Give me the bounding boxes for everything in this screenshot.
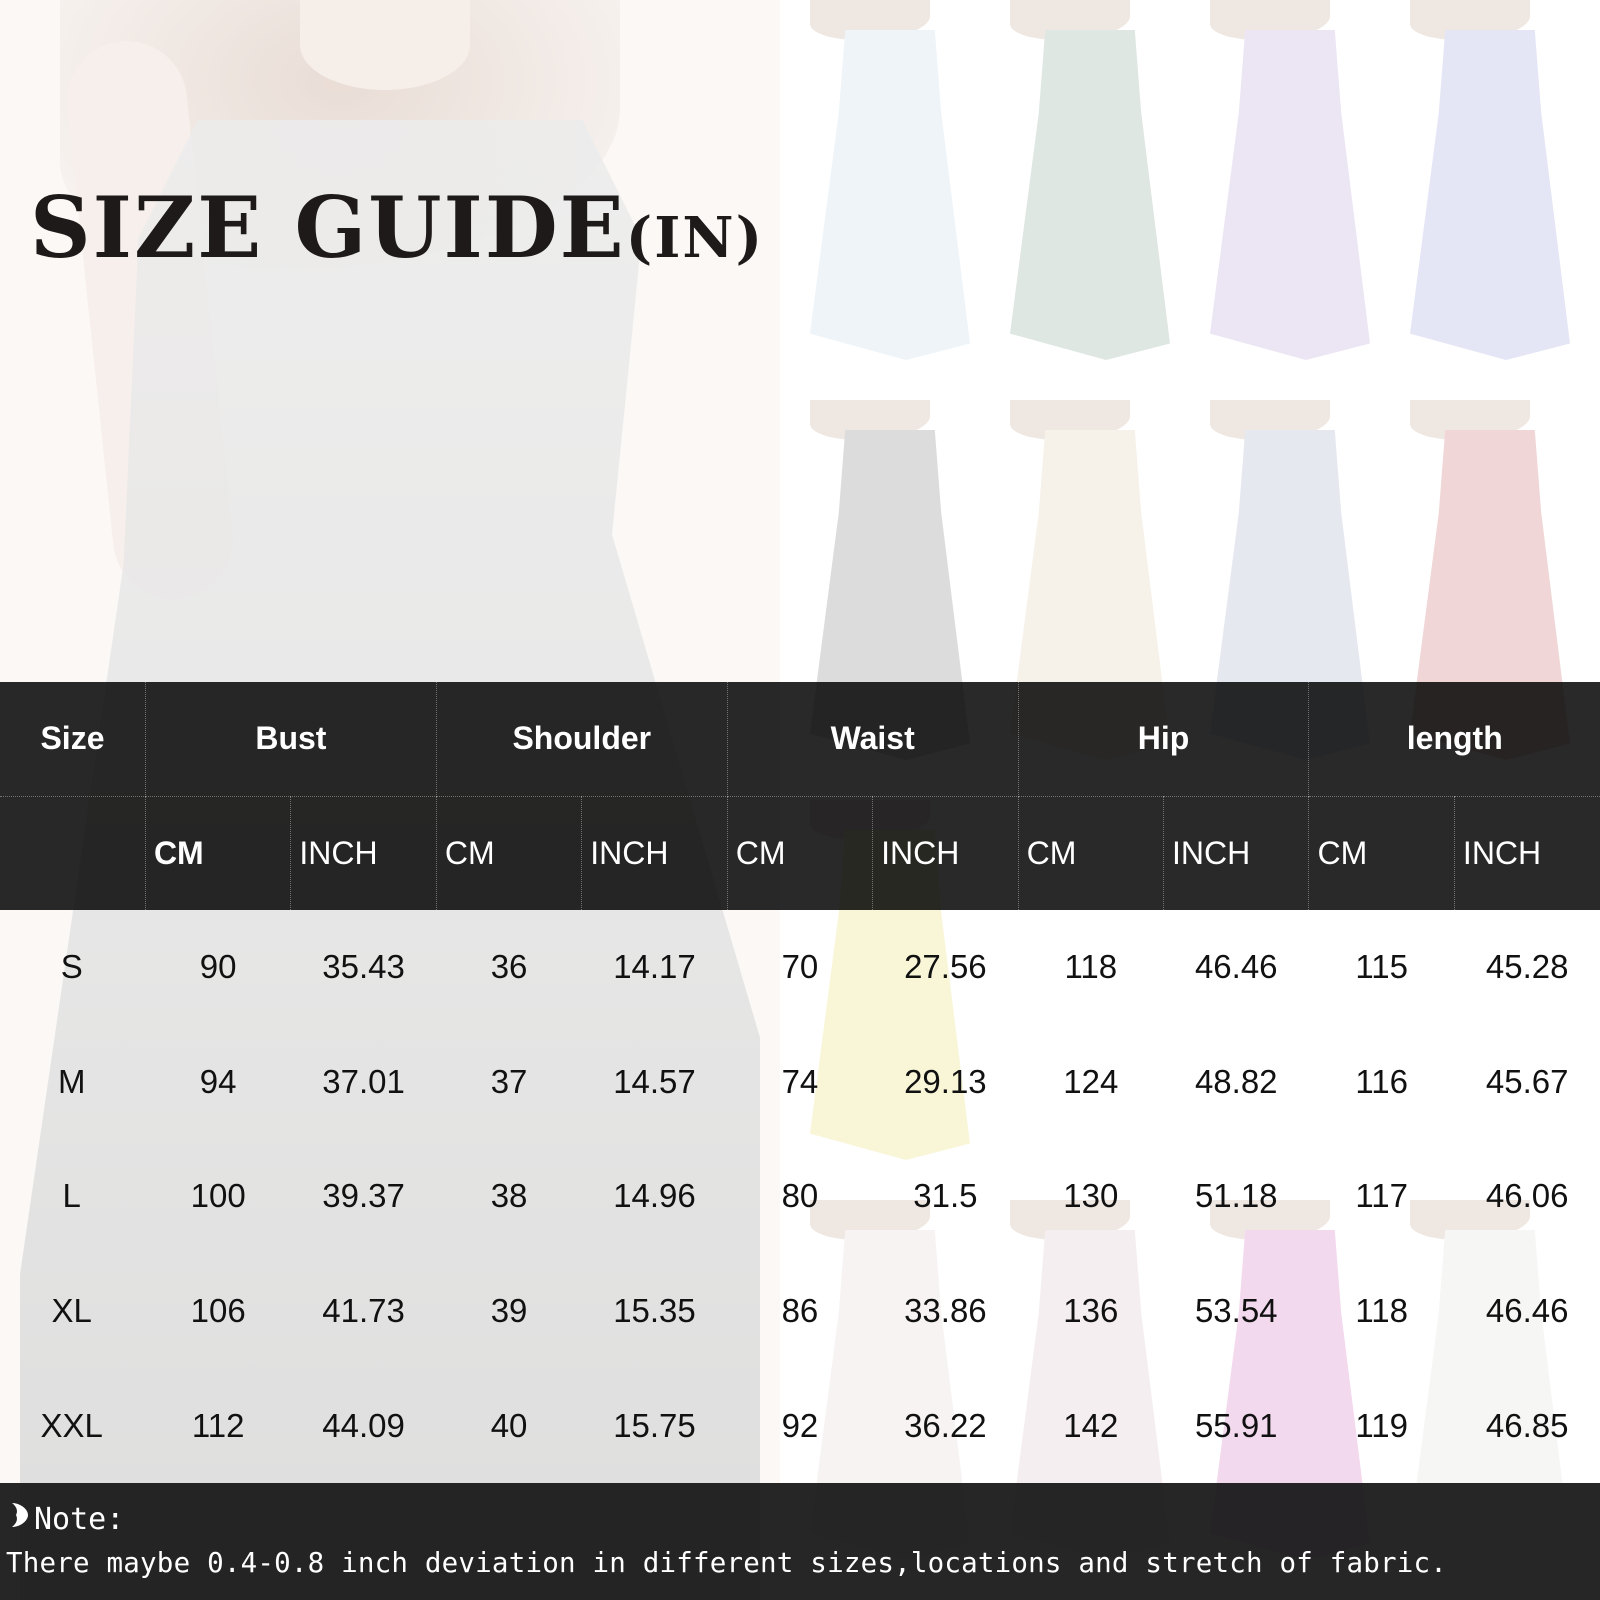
table-cell: 27.56 — [904, 948, 987, 986]
page-title: SIZE GUIDE(IN) — [30, 178, 764, 277]
table-cell: 46.46 — [1485, 1292, 1569, 1330]
size-cell: S — [60, 948, 83, 986]
table-cell: 118 — [1355, 1292, 1409, 1330]
table-cell: 100 — [190, 1177, 246, 1215]
thumbnail-dress — [810, 30, 970, 360]
table-cell: 119 — [1355, 1406, 1409, 1444]
unit-header-waist-cm: CM — [727, 796, 874, 910]
table-row: XL 106 41.73 39 15.35 86 33.86 136 53.54… — [0, 1254, 1600, 1369]
table-cell: 46.06 — [1485, 1177, 1569, 1215]
unit-header-hip-inch: INCH — [1163, 796, 1310, 910]
table-cell: 37 — [490, 1062, 528, 1100]
table-row: M 94 37.01 37 14.57 74 29.13 124 48.82 1… — [0, 1025, 1600, 1140]
table-cell: 45.28 — [1485, 948, 1569, 986]
dress-thumbnail — [790, 0, 990, 395]
table-cell: 92 — [781, 1406, 819, 1444]
header-hip: Hip — [1018, 682, 1310, 797]
unit-header-hip-cm: CM — [1018, 796, 1165, 910]
table-cell: 118 — [1064, 948, 1118, 986]
table-cell: 130 — [1063, 1177, 1119, 1215]
size-cell: M — [57, 1062, 86, 1100]
unit-header-bust-inch: INCH — [290, 796, 437, 910]
table-cell: 41.73 — [322, 1292, 405, 1330]
thumbnail-dress — [1010, 30, 1170, 360]
heart-bullet-icon — [8, 1501, 30, 1537]
table-cell: 74 — [781, 1062, 819, 1100]
table-cell: 115 — [1355, 948, 1409, 986]
table-cell: 142 — [1063, 1406, 1119, 1444]
table-cell: 39.37 — [322, 1177, 405, 1215]
table-cell: 37.01 — [322, 1062, 405, 1100]
table-cell: 94 — [199, 1062, 237, 1100]
table-cell: 39 — [490, 1292, 528, 1330]
background-face — [300, 0, 470, 90]
table-cell: 53.54 — [1194, 1292, 1278, 1330]
table-cell: 80 — [781, 1177, 819, 1215]
unit-header-shoulder-cm: CM — [436, 796, 583, 910]
size-cell: XL — [51, 1292, 92, 1330]
header-shoulder: Shoulder — [436, 682, 728, 797]
note-box: Note: There maybe 0.4-0.8 inch deviation… — [0, 1483, 1600, 1600]
unit-header-row: CM INCH CM INCH CM INCH CM INCH CM INCH — [0, 796, 1600, 910]
unit-header-waist-inch: INCH — [872, 796, 1019, 910]
table-cell: 36 — [490, 948, 528, 986]
table-cell: 106 — [190, 1292, 246, 1330]
table-cell: 15.35 — [613, 1292, 696, 1330]
note-heading: Note: — [8, 1501, 124, 1537]
table-cell: 51.18 — [1194, 1177, 1278, 1215]
unit-header-empty — [0, 796, 146, 910]
thumbnail-dress — [1410, 30, 1570, 360]
table-cell: 136 — [1063, 1292, 1119, 1330]
unit-header-length-inch: INCH — [1454, 796, 1600, 910]
table-cell: 112 — [191, 1406, 245, 1444]
table-cell: 38 — [490, 1177, 528, 1215]
table-cell: 116 — [1355, 1062, 1409, 1100]
table-cell: 14.17 — [613, 948, 696, 986]
table-row: S 90 35.43 36 14.17 70 27.56 118 46.46 1… — [0, 910, 1600, 1025]
table-cell: 45.67 — [1485, 1062, 1569, 1100]
table-cell: 35.43 — [322, 948, 405, 986]
table-cell: 46.85 — [1485, 1406, 1569, 1444]
header-bust: Bust — [145, 682, 437, 797]
dress-thumbnail — [990, 0, 1190, 395]
unit-header-bust-cm: CM — [145, 796, 292, 910]
table-row: L 100 39.37 38 14.96 80 31.5 130 51.18 1… — [0, 1139, 1600, 1254]
table-cell: 14.57 — [613, 1062, 696, 1100]
note-label: Note: — [34, 1502, 125, 1537]
table-cell: 14.96 — [613, 1177, 696, 1215]
dress-thumbnail — [1390, 0, 1590, 395]
table-cell: 29.13 — [904, 1062, 987, 1100]
size-cell: L — [62, 1177, 81, 1215]
table-cell: 46.46 — [1194, 948, 1278, 986]
size-chart-table: Size Bust Shoulder Waist Hip length CM I… — [0, 682, 1600, 1483]
table-cell: 124 — [1063, 1062, 1119, 1100]
thumbnail-dress — [1210, 30, 1370, 360]
header-length: length — [1308, 682, 1600, 797]
size-cell: XXL — [40, 1406, 103, 1444]
dress-thumbnail — [1190, 0, 1390, 395]
table-cell: 15.75 — [613, 1406, 696, 1444]
table-cell: 44.09 — [322, 1406, 405, 1444]
table-cell: 31.5 — [913, 1177, 978, 1215]
title-unit: (IN) — [625, 205, 765, 271]
table-cell: 55.91 — [1194, 1406, 1278, 1444]
table-cell: 90 — [199, 948, 237, 986]
header-waist: Waist — [727, 682, 1019, 797]
note-text: There maybe 0.4-0.8 inch deviation in di… — [6, 1547, 1448, 1579]
table-cell: 70 — [781, 948, 819, 986]
table-cell: 48.82 — [1194, 1062, 1278, 1100]
unit-header-length-cm: CM — [1308, 796, 1455, 910]
table-cell: 117 — [1355, 1177, 1409, 1215]
table-cell: 33.86 — [904, 1292, 987, 1330]
title-main: SIZE GUIDE — [30, 178, 626, 277]
table-cell: 86 — [781, 1292, 819, 1330]
header-size: Size — [0, 682, 146, 797]
table-cell: 40 — [490, 1406, 528, 1444]
unit-header-shoulder-inch: INCH — [581, 796, 728, 910]
table-row: XXL 112 44.09 40 15.75 92 36.22 142 55.9… — [0, 1368, 1600, 1483]
table-cell: 36.22 — [904, 1406, 987, 1444]
group-header-row: Size Bust Shoulder Waist Hip length — [0, 682, 1600, 797]
